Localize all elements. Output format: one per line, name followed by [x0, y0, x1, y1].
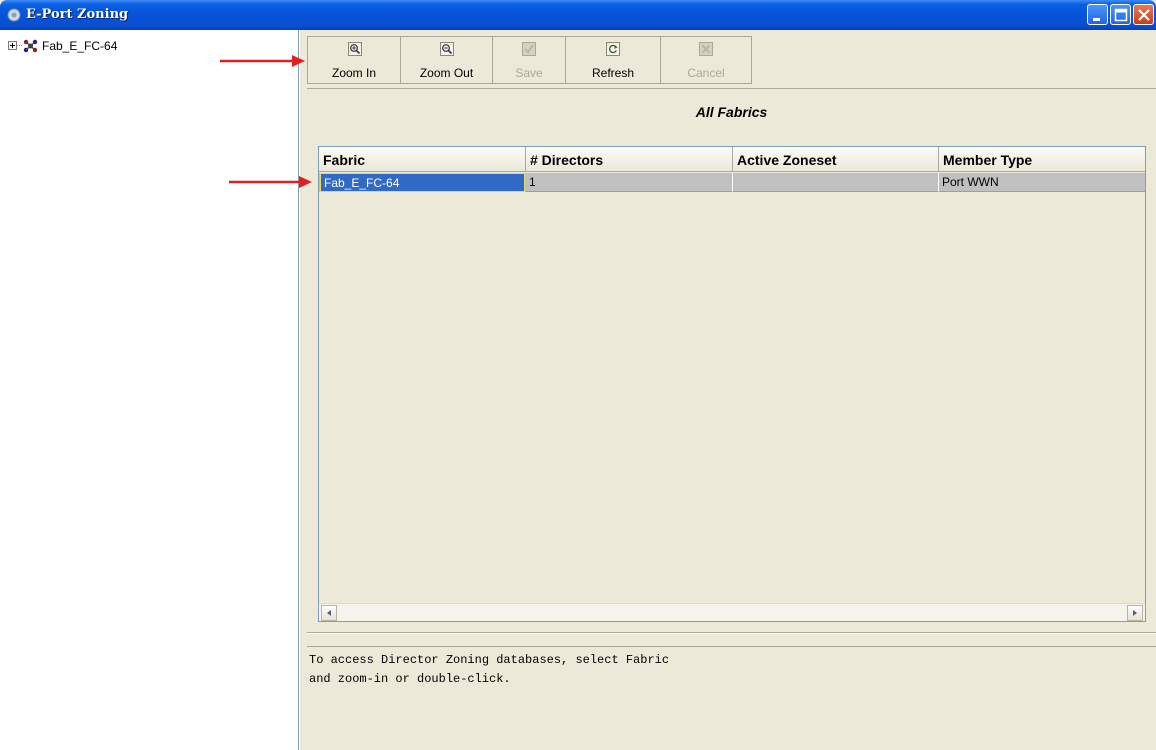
cell-directors[interactable]: 1 [526, 173, 733, 192]
zoom-in-label: Zoom In [331, 66, 376, 80]
arrow-right-icon [1133, 610, 1137, 616]
cell-member-type[interactable]: Port WWN [939, 173, 1145, 192]
zoom-out-button[interactable]: Zoom Out [401, 37, 493, 83]
cancel-button[interactable]: Cancel [661, 37, 751, 83]
cancel-icon [699, 42, 713, 56]
close-icon [1138, 9, 1150, 21]
table-row[interactable]: Fab_E_FC-64 1 Port WWN [319, 173, 1145, 192]
zoom-in-icon [348, 42, 362, 56]
toolbar-arrow [220, 55, 305, 67]
minimize-icon [1093, 18, 1100, 21]
save-label: Save [515, 66, 543, 80]
fabric-icon [23, 39, 38, 53]
fabrics-table[interactable]: Fabric # Directors Active Zoneset Member… [318, 146, 1146, 622]
horizontal-scrollbar[interactable] [319, 603, 1145, 621]
help-message: To access Director Zoning databases, sel… [307, 646, 1156, 750]
panel-splitter[interactable] [299, 30, 307, 750]
column-header-active-zoneset[interactable]: Active Zoneset [733, 147, 939, 172]
column-header-directors[interactable]: # Directors [526, 147, 733, 172]
zoom-out-label: Zoom Out [419, 66, 474, 80]
refresh-label: Refresh [591, 66, 635, 80]
window-title: E-Port Zoning [26, 7, 129, 22]
save-icon [522, 42, 536, 56]
cancel-label: Cancel [687, 66, 725, 80]
toolbar-divider [307, 88, 1156, 89]
zoom-out-icon [440, 42, 454, 56]
close-button[interactable] [1133, 4, 1154, 25]
cell-fabric[interactable]: Fab_E_FC-64 [320, 173, 525, 192]
cell-active-zoneset[interactable] [733, 173, 939, 192]
column-header-fabric[interactable]: Fabric [319, 147, 526, 172]
refresh-button[interactable]: Refresh [566, 37, 661, 83]
arrow-left-icon [327, 610, 331, 616]
row-arrow [229, 176, 312, 188]
message-divider [307, 632, 1156, 634]
page-title: All Fabrics [695, 104, 768, 120]
app-icon [7, 8, 21, 22]
column-header-member-type[interactable]: Member Type [939, 147, 1145, 172]
tree-item-label: Fab_E_FC-64 [42, 39, 118, 53]
refresh-icon [606, 42, 620, 56]
fabric-tree-panel[interactable]: Fab_E_FC-64 [0, 30, 299, 750]
maximize-button[interactable] [1110, 4, 1131, 25]
scroll-left-button[interactable] [321, 605, 337, 621]
minimize-button[interactable] [1087, 4, 1108, 25]
scroll-right-button[interactable] [1127, 605, 1143, 621]
maximize-icon [1114, 8, 1128, 22]
zoom-in-button[interactable]: Zoom In [308, 37, 401, 83]
tree-expand-icon[interactable] [8, 41, 17, 50]
table-header: Fabric # Directors Active Zoneset Member… [319, 147, 1145, 172]
toolbar: Zoom In Zoom Out Save Refresh Cancel [307, 36, 752, 84]
save-button[interactable]: Save [493, 37, 566, 83]
window-title-bar[interactable]: E-Port Zoning [0, 0, 1156, 30]
